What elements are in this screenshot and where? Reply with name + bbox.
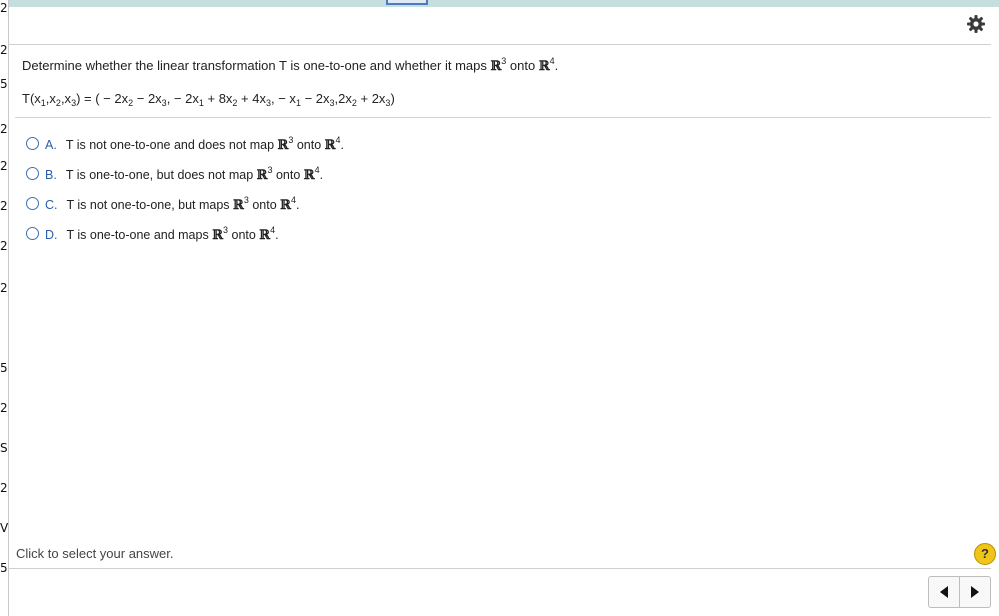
formula-part: + 4x (237, 91, 266, 106)
left-margin-mark: 2 (0, 123, 8, 135)
choice-period: . (319, 168, 324, 182)
top-bar (0, 0, 999, 7)
question-text: Determine whether the linear transformat… (22, 57, 559, 75)
choice-d[interactable]: D. T is one-to-one and maps ℝ3 onto ℝ4. (26, 226, 279, 245)
question-period: . (554, 58, 559, 73)
choice-a[interactable]: A. T is not one-to-one and does not map ℝ… (26, 136, 344, 155)
question-divider (15, 117, 991, 118)
click-hint: Click to select your answer. (16, 546, 174, 561)
choice-text: T is not one-to-one, but maps (66, 198, 234, 212)
formula-part: ) = ( − 2x (76, 91, 129, 106)
formula-part: ,x (60, 91, 72, 106)
radio-button[interactable] (26, 137, 39, 150)
arrow-left-icon (940, 586, 948, 598)
question-onto: onto (506, 58, 539, 73)
real-space-symbol: ℝ (277, 138, 289, 153)
formula-part: , − x (271, 91, 296, 106)
left-margin-mark: 2 (0, 482, 8, 494)
real-space-symbol: ℝ (256, 168, 268, 183)
formula-part: − 2x (300, 91, 330, 106)
choice-letter: B. (45, 168, 57, 182)
help-icon[interactable]: ? (974, 543, 996, 565)
choice-period: . (340, 138, 344, 152)
left-margin-mark: 2 (0, 2, 8, 14)
formula-part: ) (390, 91, 395, 106)
real-space-symbol: ℝ (324, 138, 336, 153)
left-margin-mark: 2 (0, 200, 8, 212)
formula-part: , − 2x (166, 91, 199, 106)
gear-icon[interactable] (966, 14, 986, 34)
left-panel-edge: 2 2 5 2 2 2 2 2 5 2 S 2 V 5 (0, 0, 9, 616)
left-margin-mark: 5 (0, 562, 8, 574)
choice-period: . (295, 198, 300, 212)
choice-b[interactable]: B. T is one-to-one, but does not map ℝ3 o… (26, 166, 324, 185)
left-margin-mark: 2 (0, 160, 8, 172)
choice-period: . (275, 228, 279, 242)
formula-part: ,2x (334, 91, 352, 106)
formula-part: ,x (45, 91, 56, 106)
radio-button[interactable] (26, 167, 39, 180)
left-margin-mark: 5 (0, 362, 8, 374)
left-margin-mark: 2 (0, 282, 8, 294)
left-margin-mark: S (0, 442, 8, 454)
real-space-symbol: ℝ (280, 198, 291, 213)
choice-text: T is one-to-one, but does not map (65, 168, 257, 182)
real-space-symbol: ℝ (212, 228, 223, 243)
choice-letter: D. (45, 228, 58, 242)
choice-letter: A. (45, 138, 57, 152)
radio-button[interactable] (26, 197, 39, 210)
real-space-symbol: ℝ (303, 168, 315, 183)
choice-onto: onto (248, 198, 281, 212)
next-button[interactable] (959, 576, 991, 608)
choice-onto: onto (272, 168, 304, 182)
header-divider (8, 44, 991, 45)
left-margin-mark: 5 (0, 78, 8, 90)
radio-button[interactable] (26, 227, 39, 240)
previous-button[interactable] (928, 576, 960, 608)
question-prefix: Determine whether the linear transformat… (22, 58, 491, 73)
choice-text: T is not one-to-one and does not map (65, 138, 278, 152)
real-space-symbol: ℝ (259, 228, 271, 243)
real-space-symbol: ℝ (538, 59, 550, 74)
formula-part: + 2x (356, 91, 386, 106)
left-margin-mark: 2 (0, 44, 8, 56)
formula-part: − 2x (133, 91, 162, 106)
choice-c[interactable]: C. T is not one-to-one, but maps ℝ3 onto … (26, 196, 300, 215)
arrow-right-icon (971, 586, 979, 598)
choice-text: T is one-to-one and maps (66, 228, 213, 242)
choice-onto: onto (293, 138, 325, 152)
left-margin-mark: 2 (0, 240, 8, 252)
left-margin-mark: V (0, 522, 8, 534)
footer-divider (8, 568, 991, 569)
top-tab[interactable] (386, 0, 428, 5)
transformation-formula: T(x1,x2,x3) = ( − 2x2 − 2x3, − 2x1 + 8x2… (22, 91, 395, 108)
formula-part: + 8x (203, 91, 233, 106)
left-margin-mark: 2 (0, 402, 8, 414)
real-space-symbol: ℝ (233, 198, 244, 213)
real-space-symbol: ℝ (490, 59, 502, 74)
choice-letter: C. (45, 198, 58, 212)
formula-part: T(x (22, 91, 41, 106)
choice-onto: onto (228, 228, 260, 242)
